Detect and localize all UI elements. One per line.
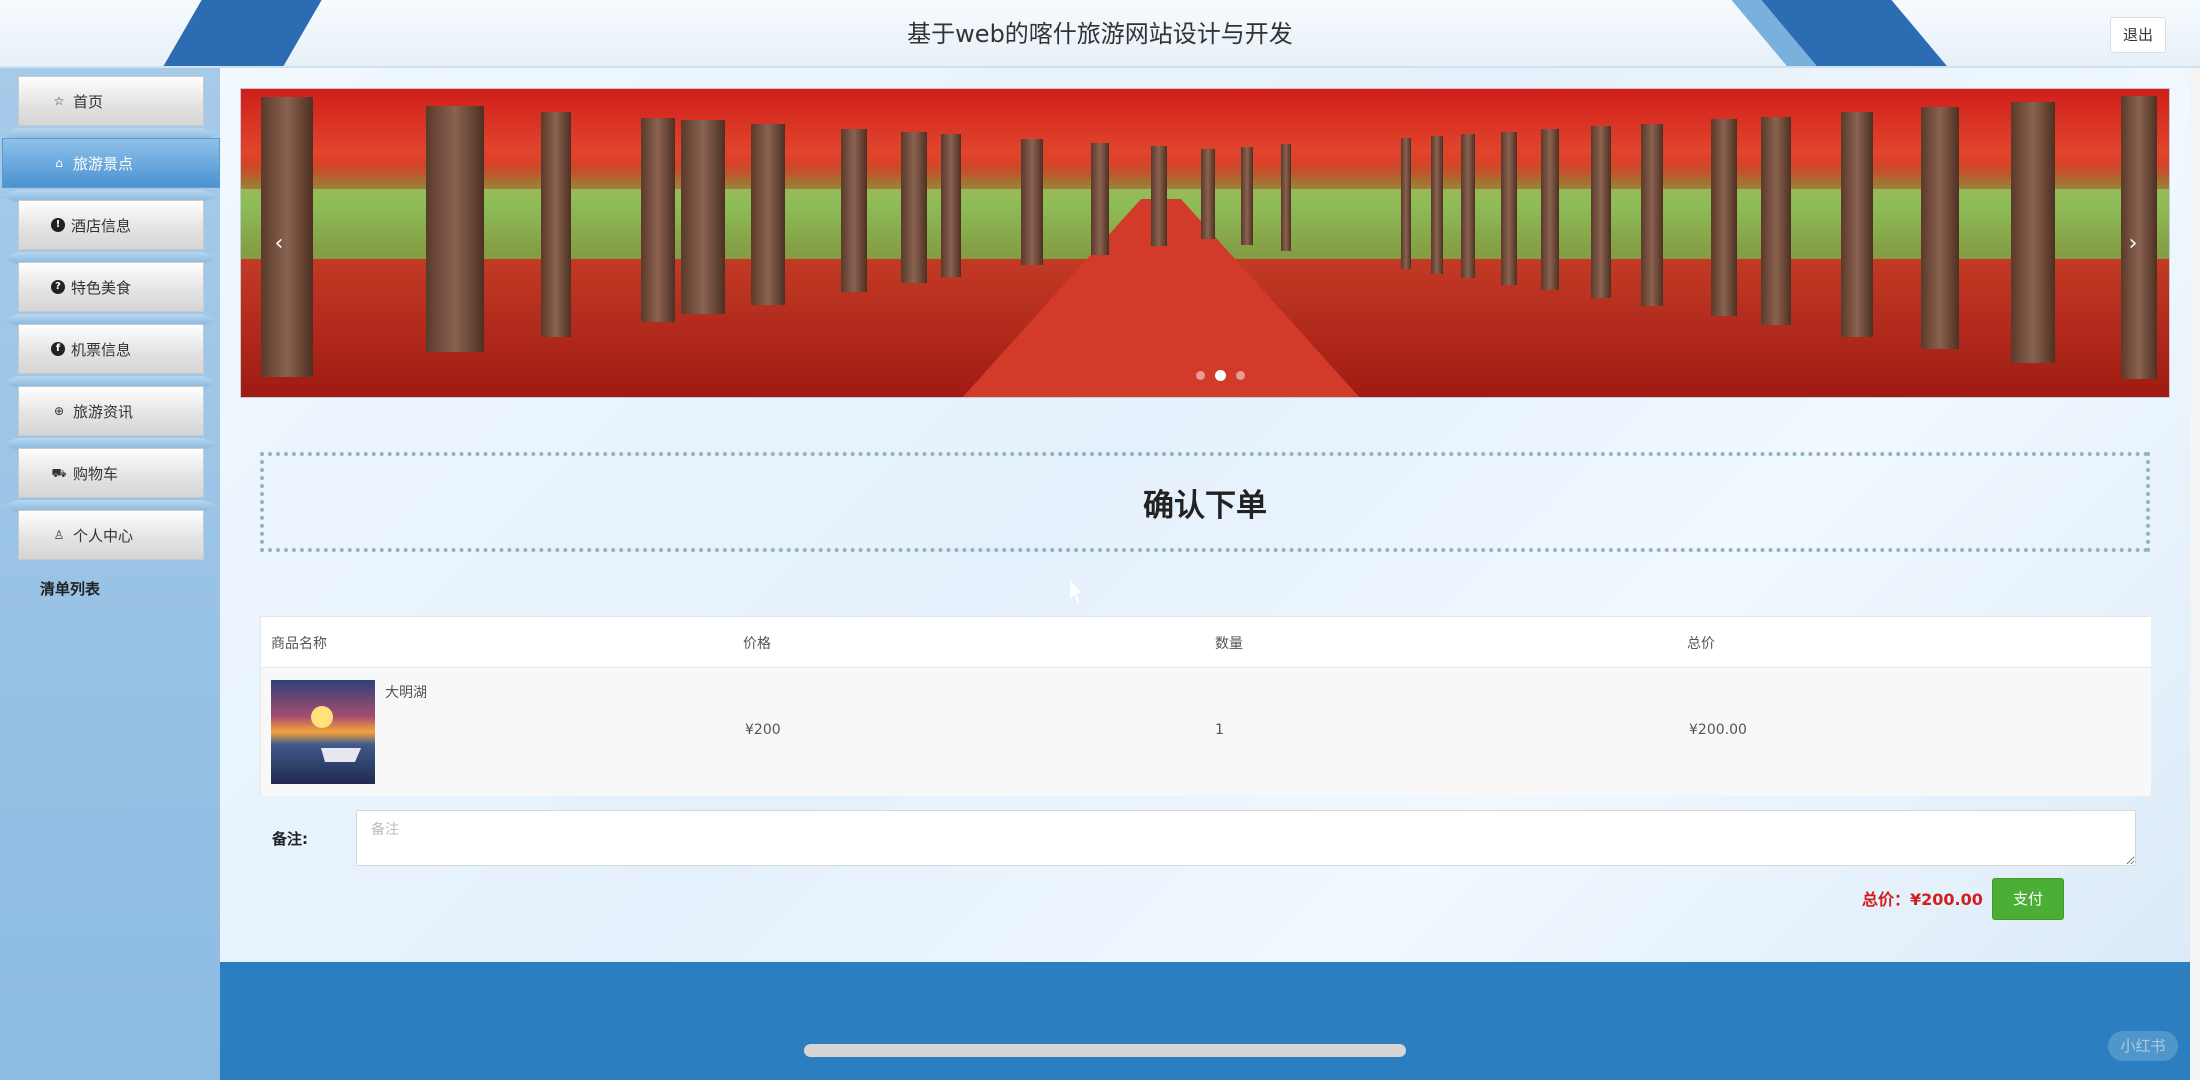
bag-icon: ⌂ bbox=[55, 156, 63, 170]
banner-tree-trunk bbox=[641, 118, 675, 322]
column-header-quantity: 数量 bbox=[1215, 636, 1243, 652]
logout-button[interactable]: 退出 bbox=[2110, 17, 2166, 53]
carousel-dots bbox=[1196, 370, 1245, 381]
thumbnail-boat bbox=[321, 748, 361, 762]
sidebar-item-4[interactable]: ? 特色美食 bbox=[18, 262, 204, 312]
order-table-header: 商品名称 价格 数量 总价 bbox=[261, 617, 2151, 668]
carousel-next-arrow[interactable]: › bbox=[2121, 229, 2145, 259]
scrollbar-track[interactable] bbox=[2190, 68, 2200, 1080]
globe-icon: ⊕ bbox=[53, 404, 65, 418]
banner-tree-trunk bbox=[1501, 132, 1517, 285]
banner-tree-trunk bbox=[426, 106, 484, 352]
user-icon: ♙ bbox=[53, 528, 65, 542]
sidebar-item-label: 酒店信息 bbox=[71, 216, 132, 235]
thumbnail-sun bbox=[311, 706, 333, 728]
sidebar-item-7[interactable]: ⛟ 购物车 bbox=[18, 448, 204, 498]
sidebar-item-label: 机票信息 bbox=[71, 340, 132, 359]
banner-tree-trunk bbox=[2011, 102, 2055, 363]
sidebar-item-label: 购物车 bbox=[73, 464, 119, 483]
banner-tree-trunk bbox=[901, 132, 927, 283]
facebook-icon: f bbox=[51, 342, 65, 356]
sidebar-item-label: 旅游景点 bbox=[73, 154, 134, 173]
carousel-prev-arrow[interactable]: ‹ bbox=[267, 229, 291, 259]
app-header: 基于web的喀什旅游网站设计与开发 退出 bbox=[0, 0, 2200, 68]
banner-tree-trunk bbox=[1641, 124, 1663, 306]
sidebar-item-3[interactable]: ! 酒店信息 bbox=[18, 200, 204, 250]
banner-tree-trunk bbox=[1711, 119, 1737, 316]
note-input[interactable] bbox=[356, 810, 2136, 866]
exclamation-icon: ! bbox=[51, 218, 65, 232]
banner-tree-trunk bbox=[541, 112, 571, 337]
site-title: 基于web的喀什旅游网站设计与开发 bbox=[907, 20, 1293, 48]
column-header-total: 总价 bbox=[1687, 636, 1715, 652]
banner-tree-trunk bbox=[1401, 138, 1411, 269]
banner-tree-trunk bbox=[1841, 112, 1873, 337]
home-indicator bbox=[804, 1044, 1406, 1057]
page-footer bbox=[220, 962, 2190, 1080]
sidebar-item-8[interactable]: ♙ 个人中心 bbox=[18, 510, 204, 560]
banner-tree-trunk bbox=[1461, 134, 1475, 278]
star-icon: ☆ bbox=[53, 94, 65, 108]
sidebar-item-label: 特色美食 bbox=[71, 278, 132, 297]
banner-tree-trunk bbox=[1021, 139, 1043, 265]
question-icon: ? bbox=[51, 280, 65, 294]
order-total: 总价：¥200.00 bbox=[1862, 890, 1983, 909]
banner-carousel[interactable]: ‹ › bbox=[240, 88, 2170, 398]
table-row: 大明湖 ¥200 1 ¥200.00 bbox=[261, 668, 2151, 796]
sidebar-item-6[interactable]: ⊕ 旅游资讯 bbox=[18, 386, 204, 436]
banner-tree-trunk bbox=[681, 120, 725, 314]
sidebar: ☆ 首页 ⌂ 旅游景点! 酒店信息? 特色美食 f 机票信息 ⊕ 旅游资讯 ⛟ 购物车 ♙ 个人中心 bbox=[0, 68, 220, 1080]
carousel-dot[interactable] bbox=[1236, 371, 1245, 380]
sidebar-item-label: 旅游资讯 bbox=[73, 402, 134, 421]
confirm-order-box: 确认下单 bbox=[260, 452, 2150, 552]
banner-tree-trunk bbox=[1281, 144, 1291, 251]
sidebar-item-1[interactable]: ☆ 首页 bbox=[18, 76, 204, 126]
banner-tree-trunk bbox=[1591, 126, 1611, 298]
product-name: 大明湖 bbox=[385, 685, 427, 701]
cart-icon: ⛟ bbox=[51, 466, 67, 480]
banner-tree-trunk bbox=[1431, 136, 1443, 274]
sidebar-item-2[interactable]: ⌂ 旅游景点 bbox=[2, 138, 220, 188]
page-title: 确认下单 bbox=[1143, 487, 1267, 524]
banner-tree-trunk bbox=[751, 124, 785, 305]
banner-tree-trunk bbox=[1541, 129, 1559, 290]
banner-tree-trunk bbox=[941, 134, 961, 277]
banner-tree-trunk bbox=[841, 129, 867, 292]
column-header-price: 价格 bbox=[743, 636, 771, 652]
banner-tree-trunk bbox=[1921, 107, 1959, 349]
banner-tree-trunk bbox=[1241, 147, 1253, 245]
product-total: ¥200.00 bbox=[1689, 722, 1747, 738]
note-label: 备注: bbox=[272, 830, 308, 848]
sidebar-item-label: 个人中心 bbox=[73, 526, 134, 545]
banner-tree-trunk bbox=[1761, 117, 1791, 325]
carousel-dot[interactable] bbox=[1196, 371, 1205, 380]
banner-tree-trunk bbox=[1091, 143, 1109, 255]
product-price: ¥200 bbox=[745, 722, 781, 738]
watermark: 小红书 bbox=[2108, 1031, 2178, 1061]
pay-button[interactable]: 支付 bbox=[1992, 878, 2064, 920]
sidebar-item-5[interactable]: f 机票信息 bbox=[18, 324, 204, 374]
sidebar-item-label: 首页 bbox=[73, 92, 104, 111]
banner-tree-trunk bbox=[1201, 149, 1215, 239]
order-table: 商品名称 价格 数量 总价 大明湖 ¥200 1 ¥200.00 bbox=[260, 616, 2151, 796]
product-thumbnail[interactable] bbox=[271, 680, 375, 784]
column-header-name: 商品名称 bbox=[271, 636, 327, 652]
product-quantity: 1 bbox=[1215, 722, 1224, 738]
order-list-label: 清单列表 bbox=[40, 580, 101, 598]
carousel-dot[interactable] bbox=[1215, 370, 1226, 381]
banner-tree-trunk bbox=[1151, 146, 1167, 246]
